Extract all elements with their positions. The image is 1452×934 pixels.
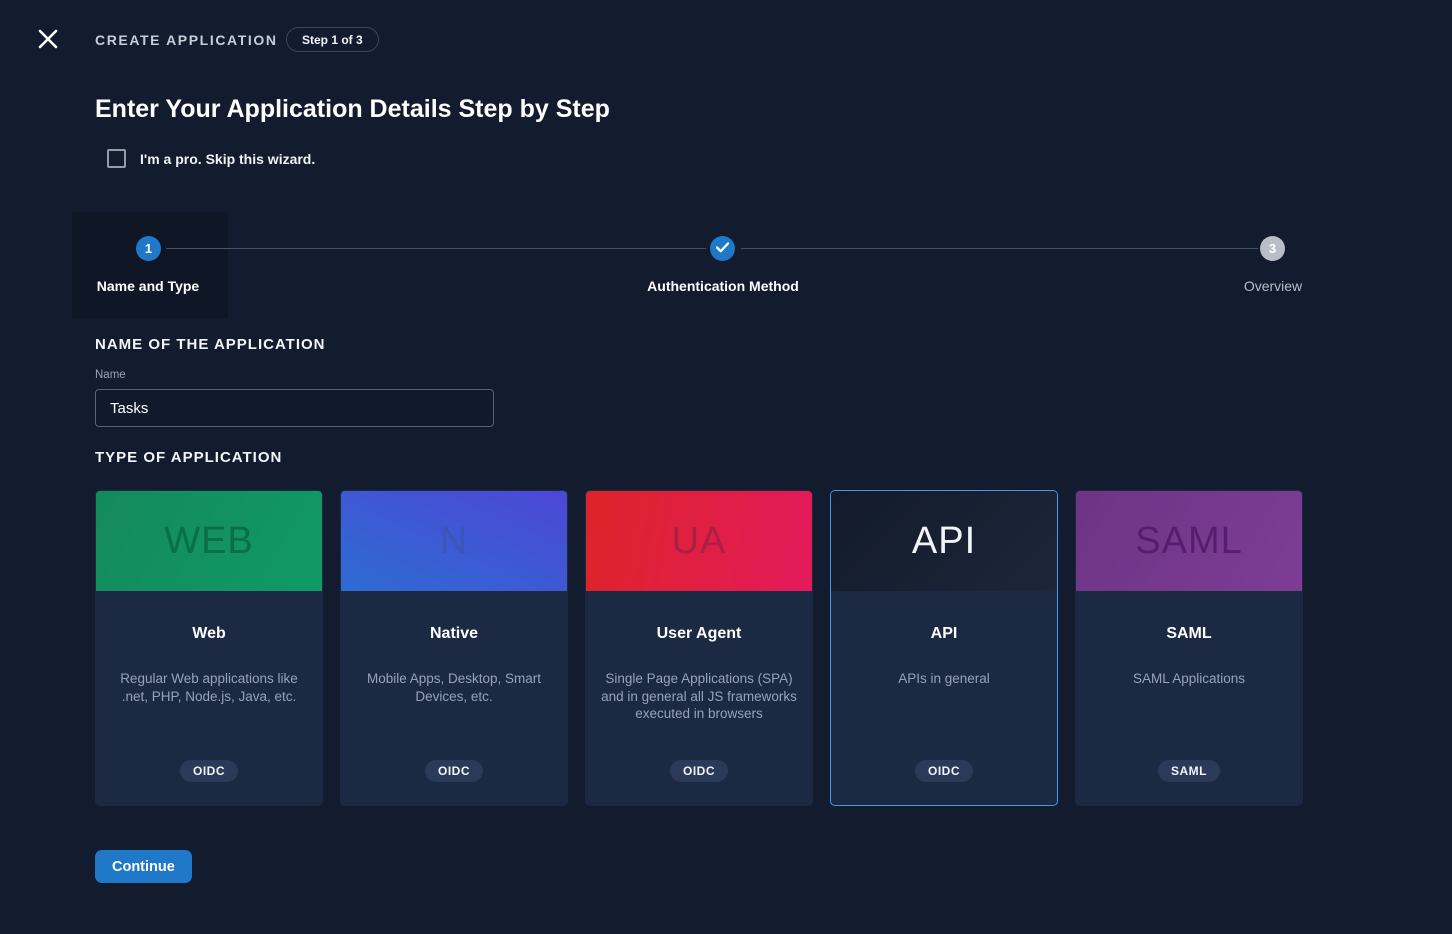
card-description: SAML Applications [1076,670,1302,688]
card-header-art: API [831,491,1057,591]
wizard-heading: Enter Your Application Details Step by S… [95,95,610,124]
step-2-label[interactable]: Authentication Method [647,278,799,294]
card-header-art: WEB [96,491,322,591]
wizard-stepper: 1 3 Name and Type Authentication Method … [0,212,1452,318]
card-description: Mobile Apps, Desktop, Smart Devices, etc… [341,670,567,705]
skip-wizard-label[interactable]: I'm a pro. Skip this wizard. [140,151,315,167]
continue-button[interactable]: Continue [95,850,192,883]
name-section-title: NAME OF THE APPLICATION [95,336,326,353]
card-title: User Agent [586,625,812,643]
protocol-badge: OIDC [915,760,973,782]
protocol-badge: OIDC [180,760,238,782]
app-type-card-api[interactable]: API API APIs in general OIDC [830,490,1058,806]
stepper-connector [741,248,1258,249]
step-1-circle[interactable]: 1 [136,236,161,261]
protocol-badge: SAML [1158,760,1220,782]
card-title: API [831,625,1057,643]
app-type-card-native[interactable]: N Native Mobile Apps, Desktop, Smart Dev… [340,490,568,806]
close-button[interactable] [34,26,62,54]
name-field-label: Name [95,369,126,381]
step-2-circle[interactable] [710,236,735,261]
step-1-label[interactable]: Name and Type [97,278,199,294]
card-description: Single Page Applications (SPA) and in ge… [586,670,812,723]
step-3-label[interactable]: Overview [1244,278,1302,294]
app-type-card-user-agent[interactable]: UA User Agent Single Page Applications (… [585,490,813,806]
skip-wizard-row: I'm a pro. Skip this wizard. [107,149,315,168]
skip-wizard-checkbox[interactable] [107,149,126,168]
protocol-badge: OIDC [670,760,728,782]
card-header-art: UA [586,491,812,591]
app-type-cards: WEB Web Regular Web applications like .n… [95,490,1303,806]
app-type-card-web[interactable]: WEB Web Regular Web applications like .n… [95,490,323,806]
card-title: SAML [1076,625,1302,643]
protocol-badge: OIDC [425,760,483,782]
current-step-highlight [72,212,228,318]
card-description: APIs in general [831,670,1057,688]
card-description: Regular Web applications like .net, PHP,… [96,670,322,705]
step-badge: Step 1 of 3 [286,27,379,52]
application-name-input[interactable] [95,389,494,427]
page-title: CREATE APPLICATION [95,32,278,48]
card-header-art: SAML [1076,491,1302,591]
stepper-connector [166,248,706,249]
card-title: Web [96,625,322,643]
card-header-art: N [341,491,567,591]
close-icon [38,29,58,52]
app-type-card-saml[interactable]: SAML SAML SAML Applications SAML [1075,490,1303,806]
check-icon [716,241,729,256]
step-3-circle[interactable]: 3 [1260,236,1285,261]
type-section-title: TYPE OF APPLICATION [95,449,282,466]
card-title: Native [341,625,567,643]
